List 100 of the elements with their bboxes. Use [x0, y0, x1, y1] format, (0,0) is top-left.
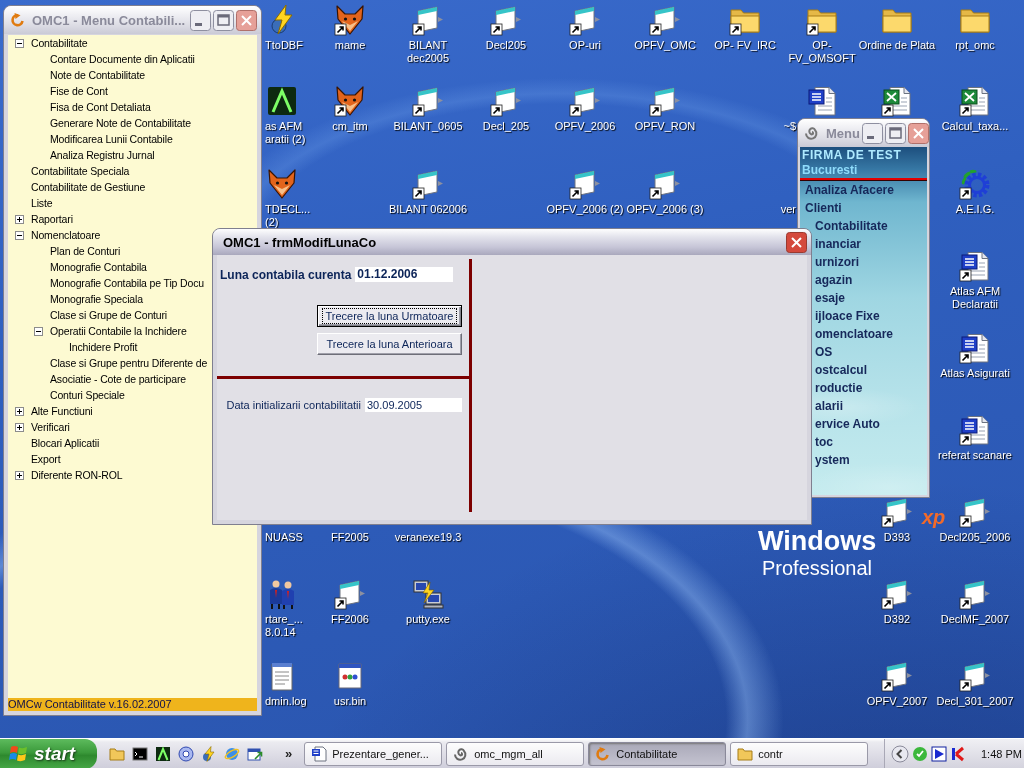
icon-label[interactable]: OPFV_2007 — [866, 695, 928, 708]
icon-label[interactable]: TtoDBF — [265, 39, 303, 52]
document-icon[interactable] — [569, 4, 601, 36]
taskbar-button[interactable]: Contabilitate — [588, 741, 727, 766]
expand-icon[interactable] — [15, 422, 24, 432]
document-icon[interactable] — [881, 660, 913, 692]
text-document-icon[interactable] — [806, 85, 838, 117]
icon-label[interactable]: BILANT 062006 — [388, 203, 468, 216]
spreadsheet-icon[interactable] — [881, 85, 913, 117]
tree-item[interactable]: Raportari — [31, 212, 73, 226]
icon-label[interactable]: Atlas AFM Declaratii — [935, 285, 1015, 311]
icon-label[interactable]: FF2006 — [331, 613, 369, 626]
icon-label[interactable]: Decl_205 — [482, 120, 530, 133]
menu-item[interactable]: Clienti — [800, 199, 927, 217]
tree-item[interactable]: Verificari — [31, 420, 70, 434]
icon-label[interactable]: OP-uri — [569, 39, 601, 52]
tray-app-icon[interactable] — [950, 745, 966, 762]
text-document-icon[interactable] — [959, 332, 991, 364]
tree-item[interactable]: Monografie Contabila pe Tip Docu — [50, 276, 204, 290]
icon-label[interactable]: Decl205 — [485, 39, 527, 52]
tree-item[interactable]: Diferente RON-ROL — [31, 468, 123, 482]
document-icon[interactable] — [490, 4, 522, 36]
tree-item[interactable]: Fise de Cont — [50, 84, 108, 98]
play-icon[interactable] — [931, 745, 947, 762]
document-icon[interactable] — [959, 578, 991, 610]
tree-item[interactable]: Modificarea Lunii Contabile — [50, 132, 173, 146]
tree-item[interactable]: Contare Documente din Aplicatii — [50, 52, 195, 66]
collapse-icon[interactable] — [15, 230, 24, 240]
document-icon[interactable] — [649, 168, 681, 200]
tree-item[interactable]: Clase si Grupe pentru Diferente de — [50, 356, 208, 370]
close-button[interactable] — [786, 231, 807, 253]
expand-icon[interactable] — [15, 214, 24, 224]
icon-label[interactable]: FF2005 — [331, 531, 369, 544]
tree-item[interactable]: Note de Contabilitate — [50, 68, 145, 82]
icon-label[interactable]: rpt_omc — [955, 39, 995, 52]
tree-item[interactable]: Contabilitate de Gestiune — [31, 180, 146, 194]
glowing-tile-icon[interactable] — [266, 85, 298, 117]
date-field[interactable]: 01.12.2006 — [355, 267, 454, 282]
month-button[interactable]: Trecere la luna Urmatoare — [317, 305, 462, 327]
document-icon[interactable] — [959, 660, 991, 692]
icon-label[interactable]: OP- FV_IRC — [714, 39, 776, 52]
icon-label[interactable]: Ordine de Plata — [858, 39, 936, 52]
text-document-icon[interactable] — [959, 414, 991, 446]
document-icon[interactable] — [649, 4, 681, 36]
tree-item[interactable]: Operatii Contabile la Inchidere — [50, 324, 187, 338]
icon-label[interactable]: usr.bin — [333, 695, 367, 708]
document-icon[interactable] — [334, 578, 366, 610]
expand-tray-button[interactable] — [891, 744, 909, 763]
icon-label[interactable]: Calcul_taxa... — [941, 120, 1009, 133]
tree-item[interactable]: Asociatie - Cote de participare — [50, 372, 186, 386]
tree-item[interactable]: Contabilitate Speciala — [31, 164, 130, 178]
month-button[interactable]: Trecere la luna Anterioara — [317, 333, 462, 355]
collapse-icon[interactable] — [34, 326, 43, 336]
icon-label[interactable]: Decl_301_2007 — [936, 695, 1014, 708]
icon-label[interactable]: cm_itm — [332, 120, 368, 133]
icon-label[interactable]: A.E.I.G. — [955, 203, 995, 216]
date-field[interactable]: 30.09.2005 — [365, 397, 462, 412]
document-icon[interactable] — [569, 168, 601, 200]
icon-label[interactable]: DeclMF_2007 — [940, 613, 1010, 626]
check-circle-icon[interactable] — [912, 745, 928, 762]
tree-item[interactable]: Plan de Conturi — [50, 244, 121, 258]
icon-label[interactable]: ~$ — [783, 120, 796, 133]
more-button[interactable]: » — [285, 746, 293, 761]
tree-item[interactable]: Contabilitate — [31, 36, 88, 50]
taskbar-button[interactable]: Prezentare_gener... — [304, 741, 443, 766]
tree-item[interactable]: Analiza Registru Jurnal — [50, 148, 155, 162]
document-icon[interactable] — [490, 85, 522, 117]
start-button[interactable]: start — [0, 738, 97, 768]
icon-label[interactable]: referat scanare — [938, 449, 1012, 462]
collapse-icon[interactable] — [15, 38, 24, 48]
maximize-button[interactable] — [213, 9, 234, 31]
command-prompt-icon[interactable] — [132, 745, 148, 762]
fox-head-icon[interactable] — [334, 4, 366, 36]
icon-label[interactable]: D393 — [883, 531, 911, 544]
document-icon[interactable] — [569, 85, 601, 117]
disc-icon[interactable] — [178, 745, 194, 762]
icon-label[interactable]: putty.exe — [406, 613, 450, 626]
close-button[interactable] — [236, 9, 257, 31]
fox-head-icon[interactable] — [266, 168, 298, 200]
icon-label[interactable]: OPFV_OMC — [634, 39, 696, 52]
minimize-button[interactable] — [861, 122, 883, 144]
document-icon[interactable] — [412, 4, 444, 36]
document-icon[interactable] — [649, 85, 681, 117]
icon-label[interactable]: OPFV_RON — [634, 120, 696, 133]
icon-label[interactable]: OPFV_2006 — [554, 120, 616, 133]
close-button[interactable] — [907, 122, 929, 144]
tree-item[interactable]: Alte Functiuni — [31, 404, 93, 418]
menu-item[interactable]: Contabilitate — [800, 217, 927, 235]
maximize-button[interactable] — [884, 122, 906, 144]
document-icon[interactable] — [412, 85, 444, 117]
tree-item[interactable]: Monografie Speciala — [50, 292, 143, 306]
document-icon[interactable] — [881, 578, 913, 610]
text-document-icon[interactable] — [959, 250, 991, 282]
menu-item[interactable]: Analiza Afacere — [800, 181, 927, 199]
document-icon[interactable] — [881, 496, 913, 528]
tree-item[interactable]: Clase si Grupe de Conturi — [50, 308, 168, 322]
icon-label[interactable]: BILANT dec2005 — [388, 39, 468, 65]
tree-item[interactable]: Blocari Aplicatii — [31, 436, 100, 450]
document-icon[interactable] — [959, 496, 991, 528]
expand-icon[interactable] — [15, 470, 24, 480]
